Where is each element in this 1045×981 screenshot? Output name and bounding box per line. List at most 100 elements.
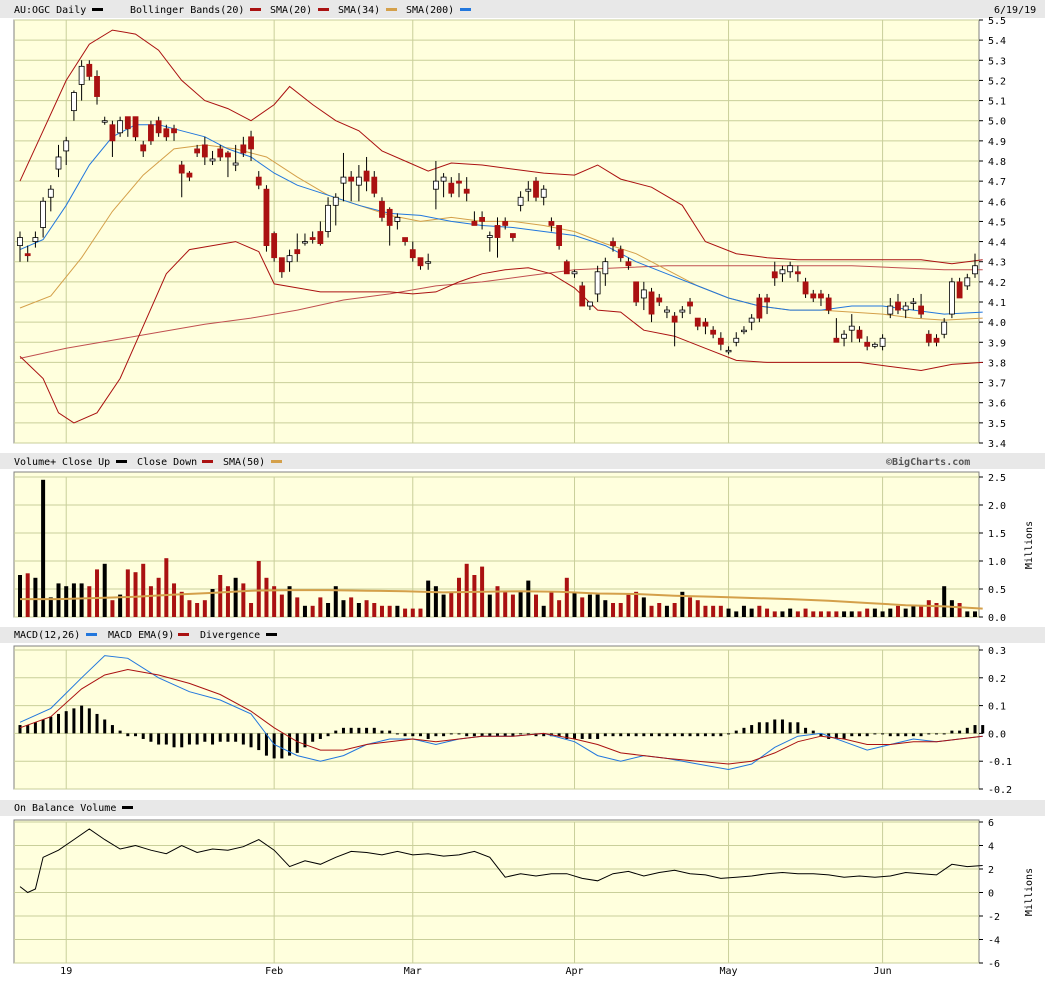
volume-bar	[811, 611, 816, 617]
candle-body	[748, 317, 755, 323]
y-tick-label: 4.8	[988, 157, 1006, 168]
divergence-bar	[264, 733, 268, 756]
candle-body	[733, 337, 740, 343]
y-tick-label: 3.4	[988, 439, 1006, 450]
volume-bar	[64, 586, 69, 617]
candle-body	[271, 233, 278, 259]
divergence-bar	[110, 725, 114, 734]
divergence-bar	[64, 711, 68, 734]
candle-body	[833, 337, 840, 343]
volume-label: Volume+	[14, 457, 56, 468]
candle-body	[463, 188, 470, 194]
volume-bar	[926, 600, 931, 617]
sma20-legend-swatch	[318, 8, 329, 11]
volume-bar	[795, 611, 800, 617]
candle-body	[571, 271, 578, 275]
divergence-swatch	[266, 633, 277, 636]
divergence-bar	[203, 733, 207, 742]
volume-bar	[387, 605, 392, 617]
y-tick-label: -6	[988, 959, 1000, 970]
divergence-bar	[719, 733, 723, 737]
volume-bar	[965, 611, 970, 617]
candle-body	[671, 315, 678, 323]
volume-bar	[225, 586, 230, 617]
y-tick-label: 4	[988, 842, 994, 853]
volume-bar	[518, 591, 523, 617]
y-tick-label: -2	[988, 912, 1000, 923]
volume-bar	[564, 577, 569, 617]
candle-body	[448, 182, 455, 194]
divergence-bar	[341, 727, 345, 734]
sma20-label: SMA(20)	[270, 5, 312, 16]
volume-bar	[202, 600, 207, 617]
y-tick-label: 4.9	[988, 137, 1006, 148]
candle-body	[825, 297, 832, 311]
y-tick-label: 3.9	[988, 338, 1006, 349]
volume-bar	[295, 597, 300, 617]
y-tick-label: 5.0	[988, 117, 1006, 128]
volume-bar	[973, 611, 977, 617]
candle-body	[140, 144, 147, 152]
divergence-bar	[457, 733, 461, 735]
divergence-bar	[57, 713, 61, 734]
volume-bar	[695, 600, 700, 617]
candle-body	[117, 120, 124, 134]
divergence-bar	[426, 733, 430, 739]
volume-bar	[741, 605, 746, 617]
candle-body	[263, 188, 270, 246]
candle-body	[964, 277, 971, 287]
candle-body	[178, 164, 185, 174]
divergence-bar	[696, 733, 700, 737]
volume-bar	[818, 611, 823, 617]
chart-date: 6/19/19	[994, 5, 1036, 16]
divergence-bar	[126, 733, 130, 737]
volume-units-label: Millions	[1024, 521, 1035, 569]
volume-bar	[449, 591, 454, 617]
divergence-bar	[881, 733, 885, 735]
divergence-bar	[18, 725, 22, 734]
candle-body	[40, 200, 47, 228]
candle-body	[856, 329, 863, 339]
symbol-label: AU:OGC Daily	[14, 5, 86, 16]
volume-bar	[634, 591, 639, 617]
volume-bar	[87, 586, 92, 617]
candle-body	[409, 249, 416, 259]
volume-bar	[41, 479, 46, 617]
divergence-bar	[249, 733, 253, 748]
volume-bar	[757, 605, 762, 617]
candle-body	[402, 237, 408, 242]
sma34-legend-swatch	[386, 8, 397, 11]
volume-bar	[534, 594, 539, 617]
candle-body	[278, 257, 285, 273]
candle-body	[101, 120, 108, 123]
divergence-bar	[734, 730, 738, 734]
candle-body	[910, 301, 917, 304]
divergence-bar	[842, 733, 846, 739]
candle-body	[325, 204, 331, 232]
divergence-bar	[134, 733, 138, 737]
candle-body	[471, 221, 478, 226]
volume-bar	[772, 611, 777, 617]
divergence-bar	[418, 733, 422, 737]
sma34-label: SMA(34)	[338, 5, 380, 16]
divergence-bar	[218, 733, 222, 742]
y-tick-label: 0	[988, 889, 994, 900]
volume-bar	[241, 583, 246, 617]
candle-body	[432, 180, 439, 190]
candle-body	[47, 188, 54, 198]
volume-bar	[164, 558, 169, 617]
candle-body	[933, 337, 940, 343]
y-tick-label: 3.5	[988, 419, 1006, 430]
divergence-bar	[904, 733, 908, 737]
volume-bar	[834, 611, 839, 617]
obv-units-label: Millions	[1024, 868, 1035, 916]
candle-body	[579, 285, 586, 307]
divergence-bar	[780, 719, 784, 734]
volume-bar	[903, 608, 908, 617]
divergence-bar	[141, 733, 145, 739]
candle-body	[779, 269, 786, 275]
divergence-bar	[33, 722, 37, 734]
candle-body	[217, 148, 224, 158]
candle-body	[756, 297, 763, 319]
volume-bar	[218, 575, 223, 617]
